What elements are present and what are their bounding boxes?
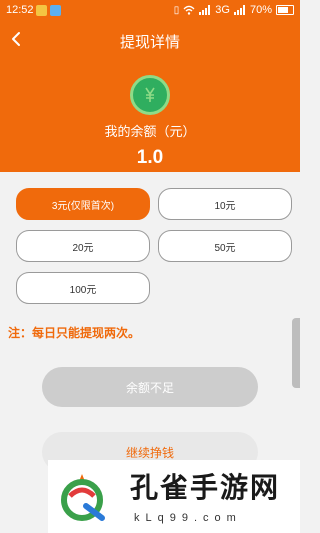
watermark: 孔雀手游网 kLq99.com	[48, 460, 300, 533]
status-bar: 12:52 ▯ 3G 70%	[0, 0, 300, 22]
watermark-domain: kLq99.com	[134, 512, 242, 524]
notification-app-icon	[36, 5, 47, 16]
amount-option-100[interactable]: 100元	[16, 272, 150, 304]
page-title: 提现详情	[119, 34, 180, 51]
header-banner: 12:52 ▯ 3G 70% 提现详情 我的余额（元） 1.0	[0, 0, 300, 172]
vibrate-icon: ▯	[173, 4, 180, 16]
coin-icon	[130, 75, 170, 115]
wifi-icon	[183, 5, 195, 15]
amount-option-20[interactable]: 20元	[16, 230, 150, 262]
amount-option-3[interactable]: 3元(仅限首次)	[16, 188, 150, 220]
status-time: 12:52	[6, 4, 34, 16]
amount-option-10[interactable]: 10元	[158, 188, 292, 220]
withdraw-note: 注：每日只能提现两次。	[8, 326, 141, 340]
peacock-logo-icon	[61, 474, 105, 521]
battery-icon	[276, 5, 294, 15]
network-type: 3G	[215, 4, 230, 16]
battery-percent: 70%	[249, 4, 272, 16]
status-icons: ▯ 3G 70%	[174, 4, 294, 16]
balance-value: 1.0	[136, 147, 164, 168]
watermark-title: 孔雀手游网	[130, 471, 281, 504]
notification-app-icon	[50, 5, 61, 16]
signal-icon	[233, 5, 246, 15]
insufficient-balance-button[interactable]: 余额不足	[42, 367, 258, 407]
scroll-handle[interactable]	[292, 318, 300, 388]
balance-label: 我的余额（元）	[104, 124, 196, 139]
signal-icon	[199, 5, 211, 15]
amount-option-50[interactable]: 50元	[158, 230, 292, 262]
